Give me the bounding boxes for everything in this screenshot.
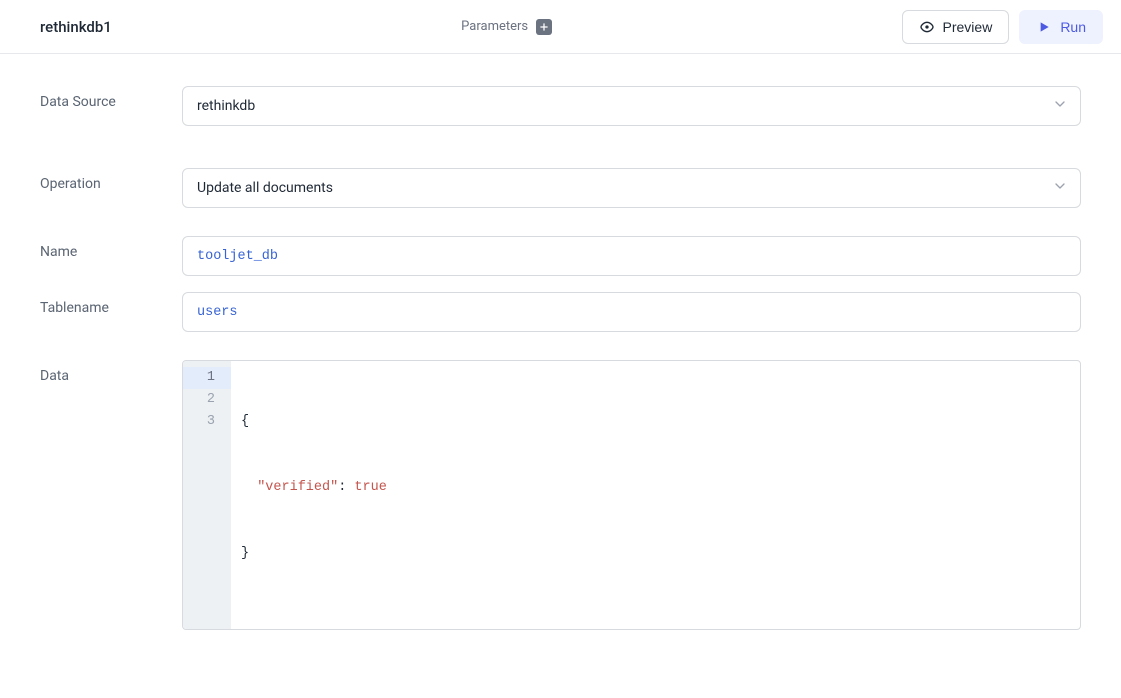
- add-parameter-button[interactable]: [536, 19, 552, 35]
- label-name: Name: [40, 236, 182, 260]
- query-form: Data Source rethinkdb Operation Update a…: [0, 54, 1121, 698]
- operation-select[interactable]: Update all documents: [182, 168, 1081, 208]
- label-tablename: Tablename: [40, 292, 182, 316]
- line-number: 2: [189, 389, 215, 411]
- run-button[interactable]: Run: [1019, 10, 1103, 44]
- query-header: rethinkdb1 Parameters Preview Run: [0, 0, 1121, 54]
- preview-button-label: Preview: [943, 19, 993, 35]
- operation-value: Update all documents: [197, 180, 333, 196]
- header-center: Parameters: [112, 19, 902, 35]
- label-operation: Operation: [40, 168, 182, 192]
- chevron-down-icon: [1052, 96, 1068, 116]
- row-data-source: Data Source rethinkdb: [40, 86, 1081, 126]
- name-input[interactable]: [182, 236, 1081, 276]
- row-data: Data 1 2 3 { "verified": true }: [40, 360, 1081, 630]
- tablename-input[interactable]: [182, 292, 1081, 332]
- parameters-label: Parameters: [461, 19, 528, 34]
- label-data-source: Data Source: [40, 86, 182, 110]
- row-name: Name: [40, 236, 1081, 276]
- plus-icon: [539, 22, 549, 32]
- query-title[interactable]: rethinkdb1: [40, 18, 112, 36]
- chevron-down-icon: [1052, 178, 1068, 198]
- play-icon: [1036, 19, 1052, 35]
- data-code-editor[interactable]: 1 2 3 { "verified": true }: [182, 360, 1081, 630]
- line-number: 1: [183, 367, 231, 389]
- run-button-label: Run: [1060, 19, 1086, 35]
- data-source-select[interactable]: rethinkdb: [182, 86, 1081, 126]
- row-tablename: Tablename: [40, 292, 1081, 332]
- preview-button[interactable]: Preview: [902, 10, 1010, 44]
- data-source-value: rethinkdb: [197, 98, 255, 114]
- line-number: 3: [189, 411, 215, 433]
- eye-icon: [919, 19, 935, 35]
- header-actions: Preview Run: [902, 10, 1103, 44]
- row-operation: Operation Update all documents: [40, 168, 1081, 208]
- code-gutter: 1 2 3: [183, 361, 231, 629]
- label-data: Data: [40, 360, 182, 384]
- code-body[interactable]: { "verified": true }: [231, 361, 1080, 629]
